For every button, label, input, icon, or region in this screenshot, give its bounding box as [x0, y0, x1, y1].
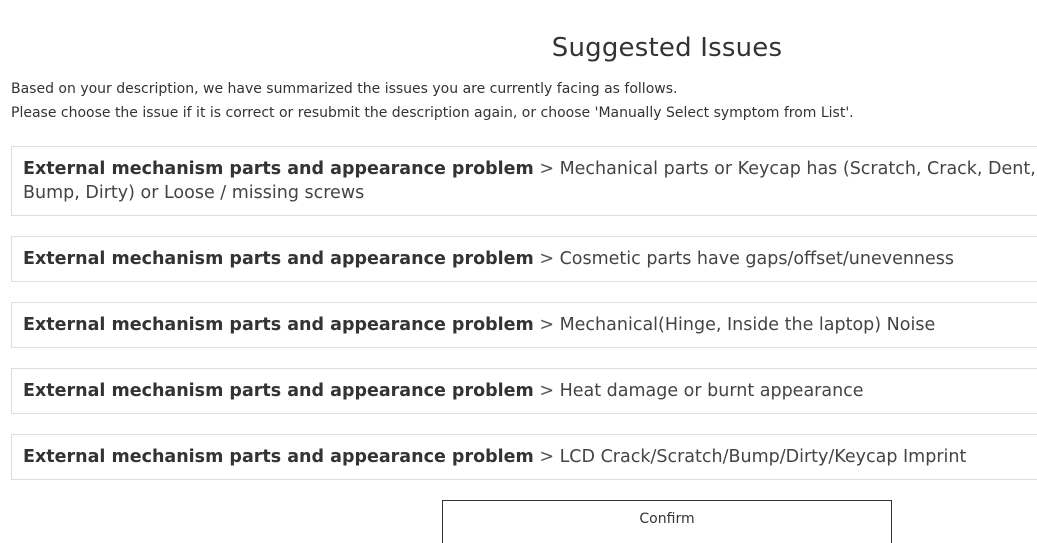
- description-line-2: Please choose the issue if it is correct…: [11, 105, 854, 121]
- issue-category: External mechanism parts and appearance …: [23, 249, 534, 269]
- issue-option-5[interactable]: External mechanism parts and appearance …: [11, 434, 1037, 480]
- page-title: Suggested Issues: [551, 33, 783, 63]
- issue-symptom: LCD Crack/Scratch/Bump/Dirty/Keycap Impr…: [559, 447, 967, 467]
- issue-option-3[interactable]: External mechanism parts and appearance …: [11, 302, 1037, 348]
- issue-category: External mechanism parts and appearance …: [23, 381, 534, 401]
- description-line-1: Based on your description, we have summa…: [11, 81, 678, 97]
- issue-separator: >: [539, 447, 554, 467]
- issue-separator: >: [539, 381, 554, 401]
- issue-symptom: Heat damage or burnt appearance: [559, 381, 864, 401]
- suggested-issues-page: Suggested Issues Based on your descripti…: [0, 0, 1037, 543]
- issue-option-2[interactable]: External mechanism parts and appearance …: [11, 236, 1037, 282]
- issue-category: External mechanism parts and appearance …: [23, 315, 534, 335]
- issue-category: External mechanism parts and appearance …: [23, 447, 534, 467]
- issue-symptom: Mechanical(Hinge, Inside the laptop) Noi…: [559, 315, 936, 335]
- issue-separator: >: [539, 315, 554, 335]
- issue-option-4[interactable]: External mechanism parts and appearance …: [11, 368, 1037, 414]
- confirm-button[interactable]: Confirm: [442, 500, 892, 543]
- issue-category: External mechanism parts and appearance …: [23, 159, 534, 179]
- issue-separator: >: [539, 249, 554, 269]
- issue-symptom: Cosmetic parts have gaps/offset/unevenne…: [559, 249, 955, 269]
- issue-separator: >: [539, 159, 554, 179]
- issue-option-1[interactable]: External mechanism parts and appearance …: [11, 146, 1037, 216]
